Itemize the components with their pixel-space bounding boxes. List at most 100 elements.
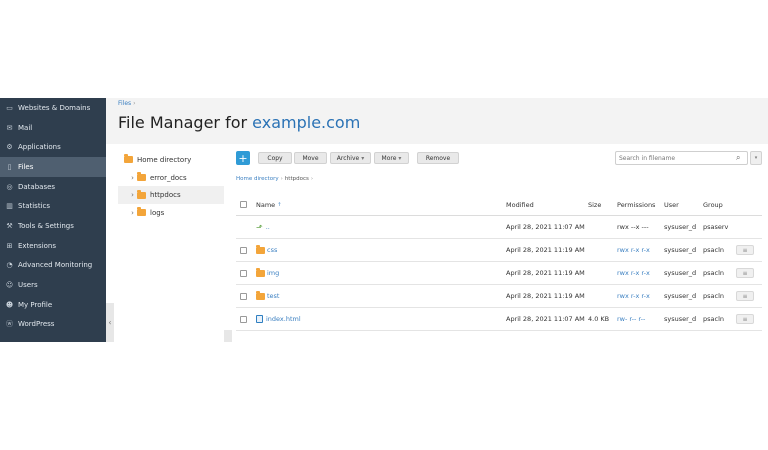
column-name[interactable]: Name ↑ xyxy=(256,194,281,215)
sidebar-item-tools-settings[interactable]: ⚒ Tools & Settings xyxy=(0,216,106,236)
search-options-button[interactable]: ▾ xyxy=(750,151,762,165)
table-body: ⬏.. April 28, 2021 11:07 AM rwx --x --- sys… xyxy=(236,216,762,331)
file-name-link[interactable]: img xyxy=(267,269,279,277)
column-name-label: Name xyxy=(256,200,276,209)
column-user[interactable]: User xyxy=(664,194,679,215)
table-row[interactable]: test April 28, 2021 11:19 AM rwx r-x r-x sy… xyxy=(236,285,762,308)
sidebar-item-advanced-monitoring[interactable]: ◔ Advanced Monitoring xyxy=(0,256,106,276)
search-box: ⌕ xyxy=(615,151,748,165)
column-modified[interactable]: Modified xyxy=(506,194,534,215)
name-cell: img xyxy=(256,262,279,284)
row-checkbox[interactable] xyxy=(240,315,247,323)
chart-icon: ▥ xyxy=(6,202,13,211)
select-all-checkbox[interactable] xyxy=(240,201,247,208)
copy-button[interactable]: Copy xyxy=(258,152,292,164)
chevron-right-icon[interactable]: › xyxy=(128,174,137,182)
permissions-cell: rw- r-- r-- xyxy=(617,308,645,330)
row-actions-button[interactable]: ≡ xyxy=(736,314,754,324)
row-checkbox[interactable] xyxy=(240,269,247,277)
add-button[interactable]: + xyxy=(236,151,250,165)
remove-button[interactable]: Remove xyxy=(417,152,459,164)
select-all-cell xyxy=(240,194,247,215)
sidebar-item-users[interactable]: ☺ Users xyxy=(0,275,106,295)
more-dropdown[interactable]: More ▾ xyxy=(374,152,409,164)
actions-cell: ≡ xyxy=(736,239,754,261)
page-title: File Manager for example.com xyxy=(118,113,360,132)
user-cell: sysuser_d xyxy=(664,223,697,231)
tree-scrollbar[interactable] xyxy=(224,330,232,342)
name-cell: test xyxy=(256,285,279,307)
sidebar-item-label: Tools & Settings xyxy=(18,221,74,230)
table-row[interactable]: img April 28, 2021 11:19 AM rwx r-x r-x sys… xyxy=(236,262,762,285)
row-checkbox[interactable] xyxy=(240,246,247,254)
more-label: More xyxy=(381,154,397,162)
folder-icon xyxy=(256,290,265,300)
tools-icon: ⚒ xyxy=(6,221,13,230)
tree-item-home-directory[interactable]: Home directory xyxy=(118,151,224,169)
path-breadcrumb: Home directory › httpdocs › xyxy=(236,176,315,182)
breadcrumb-files-link[interactable]: Files xyxy=(118,100,131,107)
table-header: Name ↑ Modified Size Permissions User Gro… xyxy=(236,194,762,216)
html-file-icon xyxy=(256,315,263,323)
sort-arrow-icon: ↑ xyxy=(277,201,282,208)
page-title-domain-link[interactable]: example.com xyxy=(252,113,360,132)
user-icon: ☺ xyxy=(5,281,14,290)
row-actions-button[interactable]: ≡ xyxy=(736,291,754,301)
folder-icon xyxy=(256,244,265,254)
directory-tree: Home directory › error_docs › httpdocs › logs xyxy=(118,151,224,342)
move-button[interactable]: Move xyxy=(294,152,327,164)
sidebar-item-label: Mail xyxy=(18,123,33,132)
row-select-cell xyxy=(240,285,247,307)
user-cell: sysuser_d xyxy=(664,292,697,300)
chevron-right-icon[interactable]: › xyxy=(128,209,137,217)
permissions-value[interactable]: rwx r-x r-x xyxy=(617,292,650,300)
permissions-value[interactable]: rw- r-- r-- xyxy=(617,315,645,323)
column-permissions[interactable]: Permissions xyxy=(617,194,655,215)
sidebar-collapse-handle[interactable]: ‹ xyxy=(106,303,114,342)
name-cell: css xyxy=(256,239,277,261)
column-size[interactable]: Size xyxy=(588,194,601,215)
search-input[interactable] xyxy=(619,153,731,163)
sidebar-item-label: WordPress xyxy=(18,320,55,329)
sidebar-item-applications[interactable]: ⚙ Applications xyxy=(0,137,106,157)
tree-item-label: Home directory xyxy=(137,155,192,164)
modified-cell: April 28, 2021 11:07 AM xyxy=(506,315,585,323)
row-checkbox[interactable] xyxy=(240,292,247,300)
column-group[interactable]: Group xyxy=(703,194,723,215)
row-actions-button[interactable]: ≡ xyxy=(736,245,754,255)
sidebar-item-statistics[interactable]: ▥ Statistics xyxy=(0,196,106,216)
file-table: Name ↑ Modified Size Permissions User Gro… xyxy=(236,194,762,331)
search-icon[interactable]: ⌕ xyxy=(736,154,744,162)
row-actions-button[interactable]: ≡ xyxy=(736,268,754,278)
sidebar-item-mail[interactable]: ✉ Mail xyxy=(0,118,106,138)
path-home-link[interactable]: Home directory xyxy=(236,176,279,182)
permissions-cell: rwx r-x r-x xyxy=(617,239,650,261)
sidebar-item-extensions[interactable]: ⊞ Extensions xyxy=(0,236,106,256)
tree-item-logs[interactable]: › logs xyxy=(118,204,224,222)
table-row[interactable]: css April 28, 2021 11:19 AM rwx r-x r-x sys… xyxy=(236,239,762,262)
sidebar-item-label: Databases xyxy=(18,182,56,191)
sidebar-item-wordpress[interactable]: ⓦ WordPress xyxy=(0,315,106,335)
page-header: Files › File Manager for example.com xyxy=(106,98,768,144)
sidebar-item-my-profile[interactable]: ☻ My Profile xyxy=(0,295,106,315)
group-cell: psacln xyxy=(703,269,724,277)
table-row[interactable]: ⬏.. April 28, 2021 11:07 AM rwx --x --- sys… xyxy=(236,216,762,239)
menu-icon: ≡ xyxy=(742,246,748,254)
menu-icon: ≡ xyxy=(742,292,748,300)
sidebar-item-websites-domains[interactable]: ▭ Websites & Domains xyxy=(0,98,106,118)
modified-cell: April 28, 2021 11:19 AM xyxy=(506,292,585,300)
file-name-link[interactable]: test xyxy=(267,292,279,300)
tree-item-error-docs[interactable]: › error_docs xyxy=(118,169,224,187)
permissions-value[interactable]: rwx r-x r-x xyxy=(617,269,650,277)
sidebar-item-databases[interactable]: ◎ Databases xyxy=(0,177,106,197)
tree-item-httpdocs[interactable]: › httpdocs xyxy=(118,186,224,205)
file-name-link[interactable]: .. xyxy=(266,223,270,231)
file-name-link[interactable]: index.html xyxy=(266,315,301,323)
sidebar-item-files[interactable]: ▯ Files xyxy=(0,157,106,177)
table-row[interactable]: index.html April 28, 2021 11:07 AM 4.0 KB r… xyxy=(236,308,762,331)
sidebar-item-label: Advanced Monitoring xyxy=(18,261,93,270)
permissions-value[interactable]: rwx r-x r-x xyxy=(617,246,650,254)
file-name-link[interactable]: css xyxy=(267,246,277,254)
archive-dropdown[interactable]: Archive ▾ xyxy=(330,152,371,164)
chevron-right-icon[interactable]: › xyxy=(128,191,137,199)
